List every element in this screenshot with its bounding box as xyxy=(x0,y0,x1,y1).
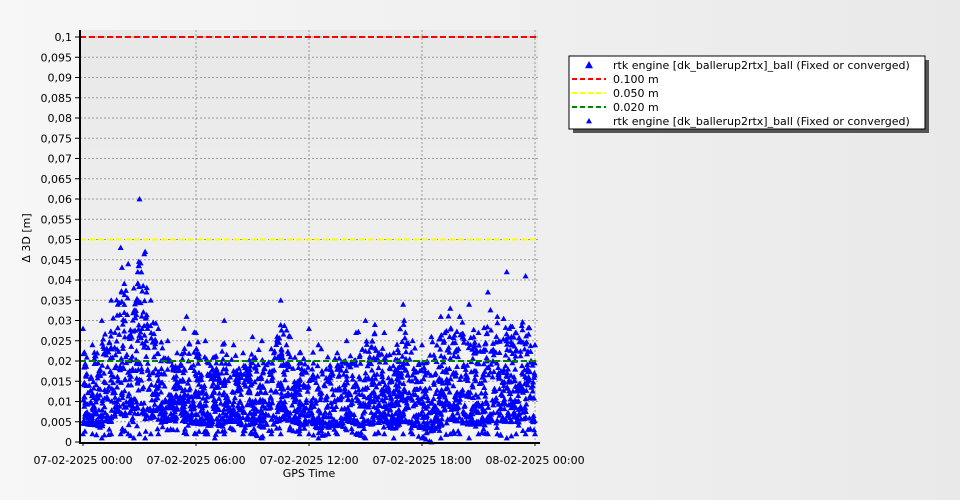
y-tick-label: 0,005 xyxy=(41,416,73,429)
chart-window: 0 0,005 0,01 0,015 0,02 0,025 0,03 0,035 0,04 0,0… xyxy=(0,0,960,500)
legend-label: 0.100 m xyxy=(613,73,659,86)
x-tick-label: 07-02-2025 00:00 xyxy=(33,454,132,467)
y-tick-label: 0,04 xyxy=(48,274,73,287)
y-tick-label: 0,09 xyxy=(48,72,73,85)
delta-3d-scatter-chart: 0 0,005 0,01 0,015 0,02 0,025 0,03 0,035 0,04 0,0… xyxy=(0,0,960,500)
legend: rtk engine [dk_ballerup2rtx]_ball (Fixed… xyxy=(568,55,929,133)
y-tick-label: 0 xyxy=(65,436,72,449)
x-axis-title: GPS Time xyxy=(283,467,336,480)
y-axis-title: Δ 3D [m] xyxy=(20,213,33,262)
y-tick-label: 0,015 xyxy=(41,375,73,388)
y-tick-label: 0,01 xyxy=(48,396,73,409)
legend-label: 0.050 m xyxy=(613,87,659,100)
y-tick-label: 0,03 xyxy=(48,315,73,328)
y-tick-label: 0,035 xyxy=(41,294,73,307)
x-tick-label: 08-02-2025 00:00 xyxy=(485,454,584,467)
legend-label: rtk engine [dk_ballerup2rtx]_ball (Fixed… xyxy=(613,59,910,72)
legend-label: rtk engine [dk_ballerup2rtx]_ball (Fixed… xyxy=(613,115,910,128)
x-tick-label: 07-02-2025 06:00 xyxy=(146,454,245,467)
y-tick-label: 0,1 xyxy=(55,31,73,44)
x-tick-label: 07-02-2025 18:00 xyxy=(372,454,471,467)
legend-label: 0.020 m xyxy=(613,101,659,114)
y-tick-label: 0,095 xyxy=(41,51,73,64)
x-tick-label: 07-02-2025 12:00 xyxy=(259,454,358,467)
y-tick-label: 0,075 xyxy=(41,132,73,145)
y-tick-label: 0,06 xyxy=(48,193,73,206)
y-tick-label: 0,05 xyxy=(48,234,73,247)
y-tick-label: 0,065 xyxy=(41,173,73,186)
y-tick-label: 0,055 xyxy=(41,213,73,226)
y-tick-label: 0,025 xyxy=(41,335,73,348)
y-tick-label: 0,02 xyxy=(48,355,73,368)
y-tick-label: 0,085 xyxy=(41,92,73,105)
y-tick-label: 0,07 xyxy=(48,153,73,166)
y-tick-label: 0,045 xyxy=(41,254,73,267)
y-tick-label: 0,08 xyxy=(48,112,73,125)
